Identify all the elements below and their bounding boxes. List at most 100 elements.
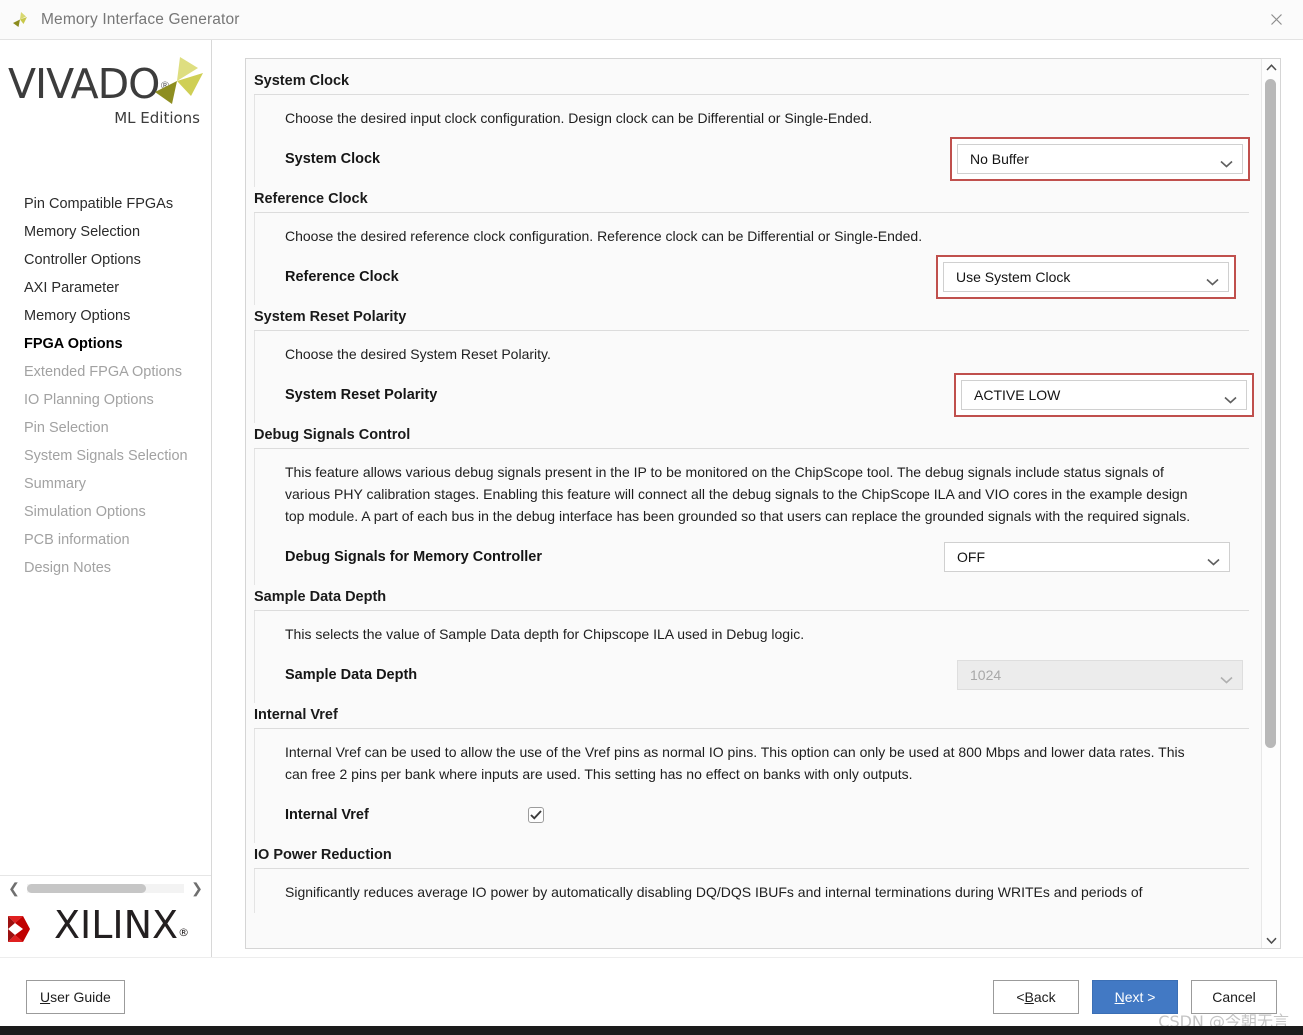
- chevron-down-icon: [1220, 671, 1233, 684]
- section-debug-signals-control: Debug Signals Control This feature allow…: [254, 423, 1249, 585]
- section-system-clock: System Clock Choose the desired input cl…: [254, 69, 1250, 187]
- field-row-internal-vref: Internal Vref: [285, 797, 1249, 833]
- section-body-internal-vref: Internal Vref can be used to allow the u…: [254, 729, 1249, 843]
- system-clock-value: No Buffer: [970, 151, 1029, 167]
- field-label-system-clock: System Clock: [285, 151, 381, 167]
- highlight-box-reference-clock: Use System Clock: [936, 255, 1236, 299]
- section-body-system-reset-polarity: Choose the desired System Reset Polarity…: [254, 331, 1254, 423]
- cancel-button[interactable]: Cancel: [1191, 979, 1277, 1014]
- section-description-reference-clock: Choose the desired reference clock confi…: [285, 228, 923, 244]
- sidebar-item-io-planning-options: IO Planning Options: [24, 392, 154, 408]
- sidebar-item-memory-options[interactable]: Memory Options: [0, 302, 211, 330]
- vivado-pinwheel-large-icon: [151, 54, 207, 110]
- vivado-wordmark-text: VIVADO: [8, 60, 160, 108]
- field-label-internal-vref: Internal Vref: [285, 807, 369, 823]
- field-row-system-clock: System Clock No Buffer: [285, 137, 1250, 181]
- chevron-down-icon[interactable]: [1206, 273, 1219, 286]
- panel-scroll-thumb[interactable]: [1265, 79, 1276, 748]
- sidebar-item-fpga-options[interactable]: FPGA Options: [0, 330, 211, 358]
- panel-vertical-scrollbar[interactable]: [1261, 59, 1280, 948]
- vivado-pinwheel-icon: [11, 10, 31, 30]
- section-description-io-power-reduction: Significantly reduces average IO power b…: [285, 884, 1143, 900]
- chevron-down-icon[interactable]: [1220, 155, 1233, 168]
- chevron-up-icon[interactable]: [1262, 59, 1280, 75]
- options-scroll-area: System Clock Choose the desired input cl…: [246, 59, 1261, 948]
- system-reset-polarity-combobox[interactable]: ACTIVE LOW: [961, 380, 1247, 410]
- footer-button-bar: User Guide < Back Next > Cancel CSDN @今朝…: [0, 957, 1303, 1035]
- reference-clock-combobox[interactable]: Use System Clock: [943, 262, 1229, 292]
- field-row-debug-signals: Debug Signals for Memory Controller OFF: [285, 539, 1249, 575]
- user-guide-label: ser Guide: [50, 988, 111, 1005]
- section-header-system-reset-polarity: System Reset Polarity: [254, 305, 1249, 331]
- user-guide-button[interactable]: User Guide: [26, 979, 125, 1014]
- title-bar: Memory Interface Generator: [0, 0, 1303, 40]
- field-row-system-reset-polarity: System Reset Polarity ACTIVE LOW: [285, 373, 1254, 417]
- highlight-box-system-reset-polarity: ACTIVE LOW: [954, 373, 1254, 417]
- chevron-down-icon[interactable]: [1207, 553, 1220, 566]
- wizard-step-nav: Pin Compatible FPGAs Memory Selection Co…: [0, 190, 211, 875]
- system-reset-polarity-value: ACTIVE LOW: [974, 387, 1061, 403]
- sidebar-item-extended-fpga-options: Extended FPGA Options: [24, 364, 182, 380]
- options-panel: System Clock Choose the desired input cl…: [245, 58, 1281, 949]
- section-internal-vref: Internal Vref Internal Vref can be used …: [254, 703, 1249, 843]
- section-body-reference-clock: Choose the desired reference clock confi…: [254, 213, 1249, 305]
- bottom-edge-bar: [0, 1026, 1303, 1035]
- combo-container-debug-signals: OFF: [939, 537, 1235, 577]
- section-header-io-power-reduction: IO Power Reduction: [254, 843, 1249, 869]
- sidebar-scroll-thumb[interactable]: [27, 883, 147, 893]
- field-row-sample-data-depth: Sample Data Depth 1024: [285, 657, 1249, 693]
- section-reference-clock: Reference Clock Choose the desired refer…: [254, 187, 1249, 305]
- internal-vref-checkbox[interactable]: [528, 807, 544, 823]
- vivado-subtitle: ML Editions: [114, 109, 200, 127]
- section-description-internal-vref: Internal Vref can be used to allow the u…: [285, 744, 1185, 782]
- main-content: System Clock Choose the desired input cl…: [212, 40, 1303, 957]
- back-button[interactable]: < Back: [993, 979, 1079, 1014]
- back-label: ack: [1033, 988, 1056, 1005]
- sidebar-horizontal-scrollbar[interactable]: ❮ ❯: [0, 875, 211, 900]
- section-sample-data-depth: Sample Data Depth This selects the value…: [254, 585, 1249, 703]
- system-clock-combobox[interactable]: No Buffer: [957, 144, 1243, 174]
- sample-data-depth-combobox: 1024: [957, 660, 1243, 690]
- sidebar-item-memory-selection[interactable]: Memory Selection: [0, 218, 211, 246]
- chevron-right-icon[interactable]: ❯: [189, 880, 205, 897]
- debug-signals-combobox[interactable]: OFF: [944, 542, 1230, 572]
- sidebar-item-pin-selection: Pin Selection: [24, 420, 109, 436]
- section-io-power-reduction: IO Power Reduction Significantly reduces…: [254, 843, 1249, 913]
- chevron-down-icon[interactable]: [1224, 391, 1237, 404]
- sidebar-item-pin-compatible-fpgas[interactable]: Pin Compatible FPGAs: [0, 190, 211, 218]
- sidebar-item-axi-parameter[interactable]: AXI Parameter: [0, 274, 211, 302]
- section-body-debug-signals-control: This feature allows various debug signal…: [254, 449, 1249, 585]
- close-icon[interactable]: [1250, 0, 1303, 38]
- section-description-sample-data-depth: This selects the value of Sample Data de…: [285, 626, 805, 642]
- debug-signals-value: OFF: [957, 549, 985, 565]
- next-label: ext >: [1124, 988, 1156, 1005]
- panel-scroll-track[interactable]: [1262, 75, 1280, 932]
- sidebar-item-controller-options[interactable]: Controller Options: [0, 246, 211, 274]
- section-description-debug-signals-control: This feature allows various debug signal…: [285, 464, 1191, 524]
- section-header-internal-vref: Internal Vref: [254, 703, 1249, 729]
- cancel-label: Cancel: [1212, 988, 1256, 1005]
- next-mnemonic: N: [1114, 988, 1125, 1005]
- sidebar-scroll-track[interactable]: [27, 883, 184, 893]
- section-header-sample-data-depth: Sample Data Depth: [254, 585, 1249, 611]
- next-button[interactable]: Next >: [1092, 979, 1178, 1014]
- field-label-sample-data-depth: Sample Data Depth: [285, 667, 418, 683]
- xilinx-wordmark-text: XILINX: [54, 903, 179, 947]
- footer-right-buttons: < Back Next > Cancel: [993, 979, 1277, 1014]
- section-description-system-reset-polarity: Choose the desired System Reset Polarity…: [285, 346, 551, 362]
- vivado-logo: VIVADO® ML Editions: [0, 40, 211, 132]
- sidebar-item-summary: Summary: [24, 476, 87, 492]
- sidebar-item-simulation-options: Simulation Options: [24, 504, 146, 520]
- check-icon: [530, 810, 542, 820]
- section-body-sample-data-depth: This selects the value of Sample Data de…: [254, 611, 1249, 703]
- section-header-system-clock: System Clock: [254, 69, 1249, 95]
- section-header-debug-signals-control: Debug Signals Control: [254, 423, 1249, 449]
- window-body: VIVADO® ML Editions Pin Compatible FPGAs…: [0, 40, 1303, 957]
- back-mnemonic: B: [1024, 988, 1034, 1005]
- section-header-reference-clock: Reference Clock: [254, 187, 1249, 213]
- chevron-left-icon[interactable]: ❮: [6, 880, 22, 897]
- sidebar-item-design-notes: Design Notes: [24, 560, 112, 576]
- chevron-down-icon[interactable]: [1262, 932, 1280, 948]
- sidebar-item-system-signals-selection: System Signals Selection: [24, 448, 188, 464]
- window-title: Memory Interface Generator: [41, 10, 240, 28]
